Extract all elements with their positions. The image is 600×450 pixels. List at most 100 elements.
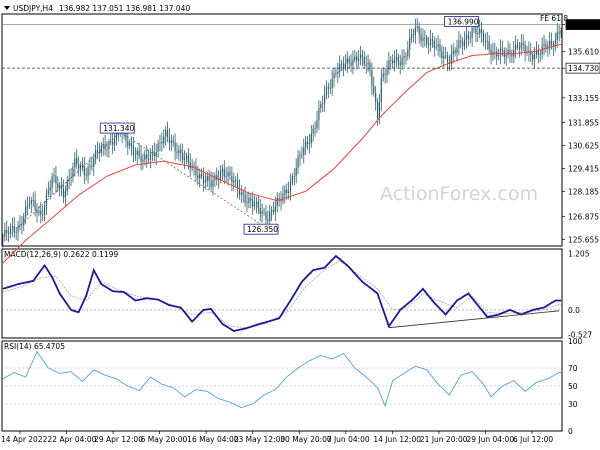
candle-body (195, 166, 197, 176)
candle-body (414, 27, 416, 35)
time-tick-label: 6 Jul 12:00 (513, 435, 553, 444)
price-tick-label: 137.040 (568, 21, 599, 30)
candle-body (189, 162, 191, 169)
candle-body (399, 62, 401, 65)
candle-body (91, 165, 93, 167)
candle-body (206, 176, 208, 181)
candle-body (51, 176, 53, 188)
candle-body (310, 133, 312, 144)
candle-body (165, 129, 167, 137)
price-tick-label: 130.625 (568, 142, 599, 151)
candle-body (418, 26, 420, 35)
candle-body (180, 149, 182, 154)
candle-body (498, 55, 500, 57)
candle-body (499, 48, 502, 56)
candle-body (112, 141, 114, 145)
candle-body (549, 41, 551, 47)
candle-body (76, 158, 78, 165)
candle-body (484, 41, 486, 42)
candle-body (32, 200, 34, 202)
candle-body (462, 42, 464, 46)
candle-body (479, 28, 481, 34)
fe-level-label: FE 61.8 (540, 14, 568, 23)
candle-body (6, 230, 8, 233)
candle-body (392, 60, 394, 64)
candle-body (93, 158, 95, 167)
candle-body (515, 44, 517, 50)
candle-body (174, 142, 176, 152)
wave-connector-line (120, 131, 265, 227)
candle-body (424, 37, 426, 39)
chart-window: USDJPY,H4 136.982 137.051 136.981 137.04… (0, 0, 600, 450)
candle-body (494, 51, 496, 53)
candle-body (200, 174, 203, 177)
candle-body (482, 33, 485, 42)
rsi-tick-label: 50 (568, 382, 578, 391)
candle-body (210, 180, 212, 187)
symbol-label: USDJPY,H4 (13, 4, 53, 13)
candle-body (238, 188, 241, 195)
candle-body (356, 56, 358, 61)
price-frame (1, 13, 563, 247)
candle-body (178, 149, 180, 154)
candle-body (244, 194, 246, 203)
candle-body (323, 94, 326, 104)
candle-body (422, 37, 424, 41)
candle-body (358, 58, 360, 61)
candle-body (8, 232, 10, 234)
candle-body (282, 194, 284, 202)
time-tick-label: 6 May 20:00 (141, 435, 188, 444)
candle-body (13, 226, 15, 233)
rsi-tick-label: 30 (568, 400, 578, 409)
candle-body (295, 167, 297, 177)
candle-body (416, 26, 418, 28)
candle-body (473, 27, 475, 29)
candle-body (331, 78, 333, 89)
candle-body (132, 146, 135, 155)
candle-body (159, 142, 161, 144)
candle-body (312, 128, 314, 134)
candle-body (456, 47, 458, 53)
time-tick-label: 22 Apr 04:00 (48, 435, 97, 444)
chart-menu-triangle-icon[interactable] (4, 6, 10, 10)
candle-body (431, 39, 434, 41)
candle-body (98, 151, 101, 153)
candle-body (49, 187, 51, 191)
candle-body (246, 202, 248, 204)
candle-body (233, 180, 235, 183)
time-tick-label: 30 May 20:00 (280, 435, 332, 444)
candle-body (289, 181, 292, 192)
candle-body (146, 154, 148, 159)
candle-body (446, 55, 449, 63)
candle-body (463, 40, 466, 46)
price-tick-label: 129.415 (568, 164, 599, 173)
candle-body (395, 56, 398, 60)
time-tick-label: 29 Apr 12:00 (94, 435, 143, 444)
candle-body (255, 201, 258, 204)
candle-body (410, 34, 413, 38)
candle-body (550, 41, 553, 45)
candle-body (83, 166, 85, 175)
candle-body (53, 175, 55, 177)
candle-body (182, 153, 184, 160)
candle-body (227, 171, 229, 177)
candle-body (537, 50, 539, 55)
candle-body (265, 212, 267, 220)
candle-body (306, 141, 309, 145)
candle-body (288, 191, 290, 194)
candle-body (166, 129, 169, 138)
chart-canvas[interactable]: USDJPY,H4 136.982 137.051 136.981 137.04… (0, 0, 600, 450)
macd-line (2, 254, 562, 332)
candle-body (393, 59, 396, 64)
candle-body (153, 151, 155, 156)
price-panel: 136.990 131.340 126.350 (2, 16, 562, 264)
candle-body (55, 175, 57, 184)
time-tick-label: 14 Jun 12:00 (373, 435, 421, 444)
candle-body (96, 150, 99, 152)
candle-body (293, 176, 295, 177)
candle-body (212, 179, 214, 187)
candle-body (511, 53, 513, 57)
rsi-title: RSI(14) 65.4705 (4, 342, 65, 351)
price-tick-label: 126.875 (568, 212, 599, 221)
candle-body (231, 175, 233, 183)
